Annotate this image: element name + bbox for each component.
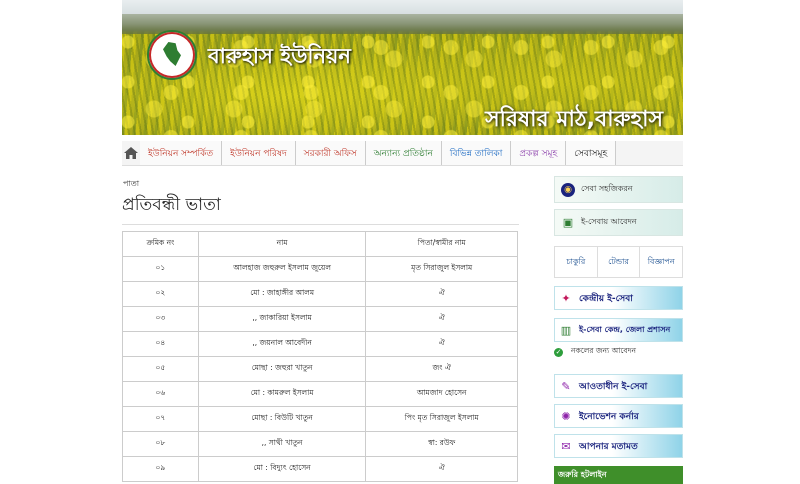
table-row: ০৯ মো : বিদ্যুৎ হোসেন ঐ xyxy=(122,456,518,482)
computer-icon: ▣ xyxy=(562,216,574,229)
table-cell: ০২ xyxy=(122,281,199,307)
copy-apply-label: নকলের জন্য আবেদন xyxy=(571,346,636,355)
hotline-banner[interactable]: জরুরি হটলাইন xyxy=(554,466,683,484)
site-title[interactable]: বারুহাস ইউনিয়ন xyxy=(208,40,351,75)
table-cell: মোছা : জহুরা খাতুন xyxy=(197,356,367,382)
local-service-icon: ✎ xyxy=(561,379,571,393)
central-e-service-label: কেন্দ্রীয় ই-সেবা xyxy=(579,293,633,304)
nav-item-govt-office[interactable]: সরকারী অফিস xyxy=(295,141,366,165)
table-row: ০৪,, জয়নাল আবেদীন ঐ xyxy=(122,331,518,357)
table-cell: ঐ xyxy=(365,306,518,332)
table-cell: ঐ xyxy=(365,456,518,482)
table-cell: ,, জয়নাল আবেদীন xyxy=(197,331,367,357)
nav-item-lists[interactable]: বিভিন্ন তালিকা xyxy=(441,141,512,165)
hotline-label: জরুরি হটলাইন xyxy=(558,469,607,479)
table-cell: ০১ xyxy=(122,256,199,282)
table-cell: মো : বিদ্যুৎ হোসেন xyxy=(197,456,367,482)
table-row: ০৮,, সাথী খাতুন স্বা: রউফ xyxy=(122,431,518,457)
table-cell: ০৭ xyxy=(122,406,199,432)
nav-item-services[interactable]: সেবাসমূহ xyxy=(566,141,617,165)
table-row: ০১ আলহাজ জহুরুল ইসলাম জুয়েল মৃত সিরাজুল ই… xyxy=(122,256,518,282)
innovation-corner-banner[interactable]: ✺ ইনোভেশন কর্নার xyxy=(554,404,683,428)
table-cell: মো : কামরুল ইসলাম xyxy=(197,381,367,407)
banner-caption: সরিষার মাঠ,বারুহাস xyxy=(485,107,663,132)
district-e-service-label: ই-সেবা কেন্দ্র, জেলা প্রশাসন xyxy=(579,324,671,334)
local-e-service-banner[interactable]: ✎ আওতাধীন ই-সেবা xyxy=(554,374,683,398)
tab-tender[interactable]: টেন্ডার xyxy=(598,247,641,277)
allowance-table: ক্রমিক নং নাম পিতা/স্বামীর নাম ০১ আলহাজ জ… xyxy=(122,231,518,482)
table-cell: ০৩ xyxy=(122,306,199,332)
notice-tabs: চাকুরি টেন্ডার বিজ্ঞাপন xyxy=(554,246,683,278)
building-icon: ▥ xyxy=(560,323,572,337)
check-icon: ✓ xyxy=(554,347,563,357)
table-cell: স্বা: রউফ xyxy=(365,431,518,457)
main-nav: ইউনিয়ন সম্পর্কিত ইউনিয়ন পরিষদ সরকারী অ… xyxy=(122,141,683,166)
table-cell: ০৬ xyxy=(122,381,199,407)
table-header-row: ক্রমিক নং নাম পিতা/স্বামীর নাম xyxy=(122,231,518,257)
right-sidebar: ◉ সেবা সহজিকরন ▣ ই-সেবায় আবেদন চাকুরি ট… xyxy=(554,176,683,484)
main-content: পাতা প্রতিবন্ধী ভাতা ক্রমিক নং নাম পিতা/… xyxy=(122,178,519,482)
table-cell: আলহাজ জহুরুল ইসলাম জুয়েল xyxy=(197,256,367,282)
feedback-banner[interactable]: ✉ আপনার মতামত xyxy=(554,434,683,458)
home-icon[interactable] xyxy=(122,141,140,165)
header-banner: বারুহাস ইউনিয়ন সরিষার মাঠ,বারুহাস xyxy=(122,0,683,135)
table-cell: মো : জাহাঙ্গীর আলম xyxy=(197,281,367,307)
feedback-label: আপনার মতামত xyxy=(579,441,638,452)
central-service-icon: ✦ xyxy=(561,291,571,305)
breadcrumb: পাতা xyxy=(123,179,140,188)
table-cell: ০৪ xyxy=(122,331,199,357)
page-title: প্রতিবন্ধী ভাতা xyxy=(122,192,519,225)
local-e-service-label: আওতাধীন ই-সেবা xyxy=(579,381,648,392)
service-simplification-button[interactable]: ◉ সেবা সহজিকরন xyxy=(554,176,683,203)
table-cell: মৃত সিরাজুল ইসলাম xyxy=(365,256,518,282)
central-e-service-banner[interactable]: ✦ কেন্দ্রীয় ই-সেবা xyxy=(554,286,683,310)
table-cell: পিং মৃত সিরাজুল ইসলাম xyxy=(365,406,518,432)
column-header: পিতা/স্বামীর নাম xyxy=(365,231,518,257)
column-header: ক্রমিক নং xyxy=(122,231,199,257)
table-row: ০৭ মোছা : বিউটি খাতুন পিং মৃত সিরাজুল ইসলা… xyxy=(122,406,518,432)
service-simplification-label: সেবা সহজিকরন xyxy=(581,184,633,193)
table-cell: ,, জাকারিয়া ইসলাম xyxy=(197,306,367,332)
page: বারুহাস ইউনিয়ন সরিষার মাঠ,বারুহাস ইউনিয… xyxy=(122,0,683,484)
table-cell: ,, সাথী খাতুন xyxy=(197,431,367,457)
table-cell: ০৫ xyxy=(122,356,199,382)
table-cell: ঐ xyxy=(365,331,518,357)
innovation-icon: ✺ xyxy=(561,409,571,423)
copy-apply-link[interactable]: ✓ নকলের জন্য আবেদন xyxy=(554,344,683,360)
innovation-corner-label: ইনোভেশন কর্নার xyxy=(579,411,639,422)
table-row: ০৬ মো : কামরুল ইসলাম আমজাদ হোসেন xyxy=(122,381,518,407)
nav-item-other-institutions[interactable]: অন্যান্য প্রতিষ্ঠান xyxy=(365,141,442,165)
table-cell: ০৯ xyxy=(122,456,199,482)
nav-item-union-council[interactable]: ইউনিয়ন পরিষদ xyxy=(222,141,296,165)
nav-item-projects[interactable]: প্রকল্প সমূহ xyxy=(511,141,567,165)
nav-item-union-about[interactable]: ইউনিয়ন সম্পর্কিত xyxy=(140,141,223,165)
e-service-apply-button[interactable]: ▣ ই-সেবায় আবেদন xyxy=(554,209,683,236)
table-cell: ঐ xyxy=(365,281,518,307)
table-row: ০৩,, জাকারিয়া ইসলাম ঐ xyxy=(122,306,518,332)
district-e-service-banner[interactable]: ▥ ই-সেবা কেন্দ্র, জেলা প্রশাসন xyxy=(554,318,683,342)
table-row: ০৫ মোছা : জহুরা খাতুন জং ঐ xyxy=(122,356,518,382)
table-cell: জং ঐ xyxy=(365,356,518,382)
tab-jobs[interactable]: চাকুরি xyxy=(555,247,598,277)
globe-icon: ◉ xyxy=(561,182,575,197)
tab-advertisement[interactable]: বিজ্ঞাপন xyxy=(640,247,682,277)
table-row: ০২ মো : জাহাঙ্গীর আলম ঐ xyxy=(122,281,518,307)
table-cell: মোছা : বিউটি খাতুন xyxy=(197,406,367,432)
chat-bubble-icon: ✉ xyxy=(561,439,571,453)
table-cell: আমজাদ হোসেন xyxy=(365,381,518,407)
banner-hills xyxy=(122,14,683,34)
column-header: নাম xyxy=(197,231,367,257)
government-logo-icon[interactable] xyxy=(147,30,197,80)
table-cell: ০৮ xyxy=(122,431,199,457)
e-service-apply-label: ই-সেবায় আবেদন xyxy=(581,217,637,226)
